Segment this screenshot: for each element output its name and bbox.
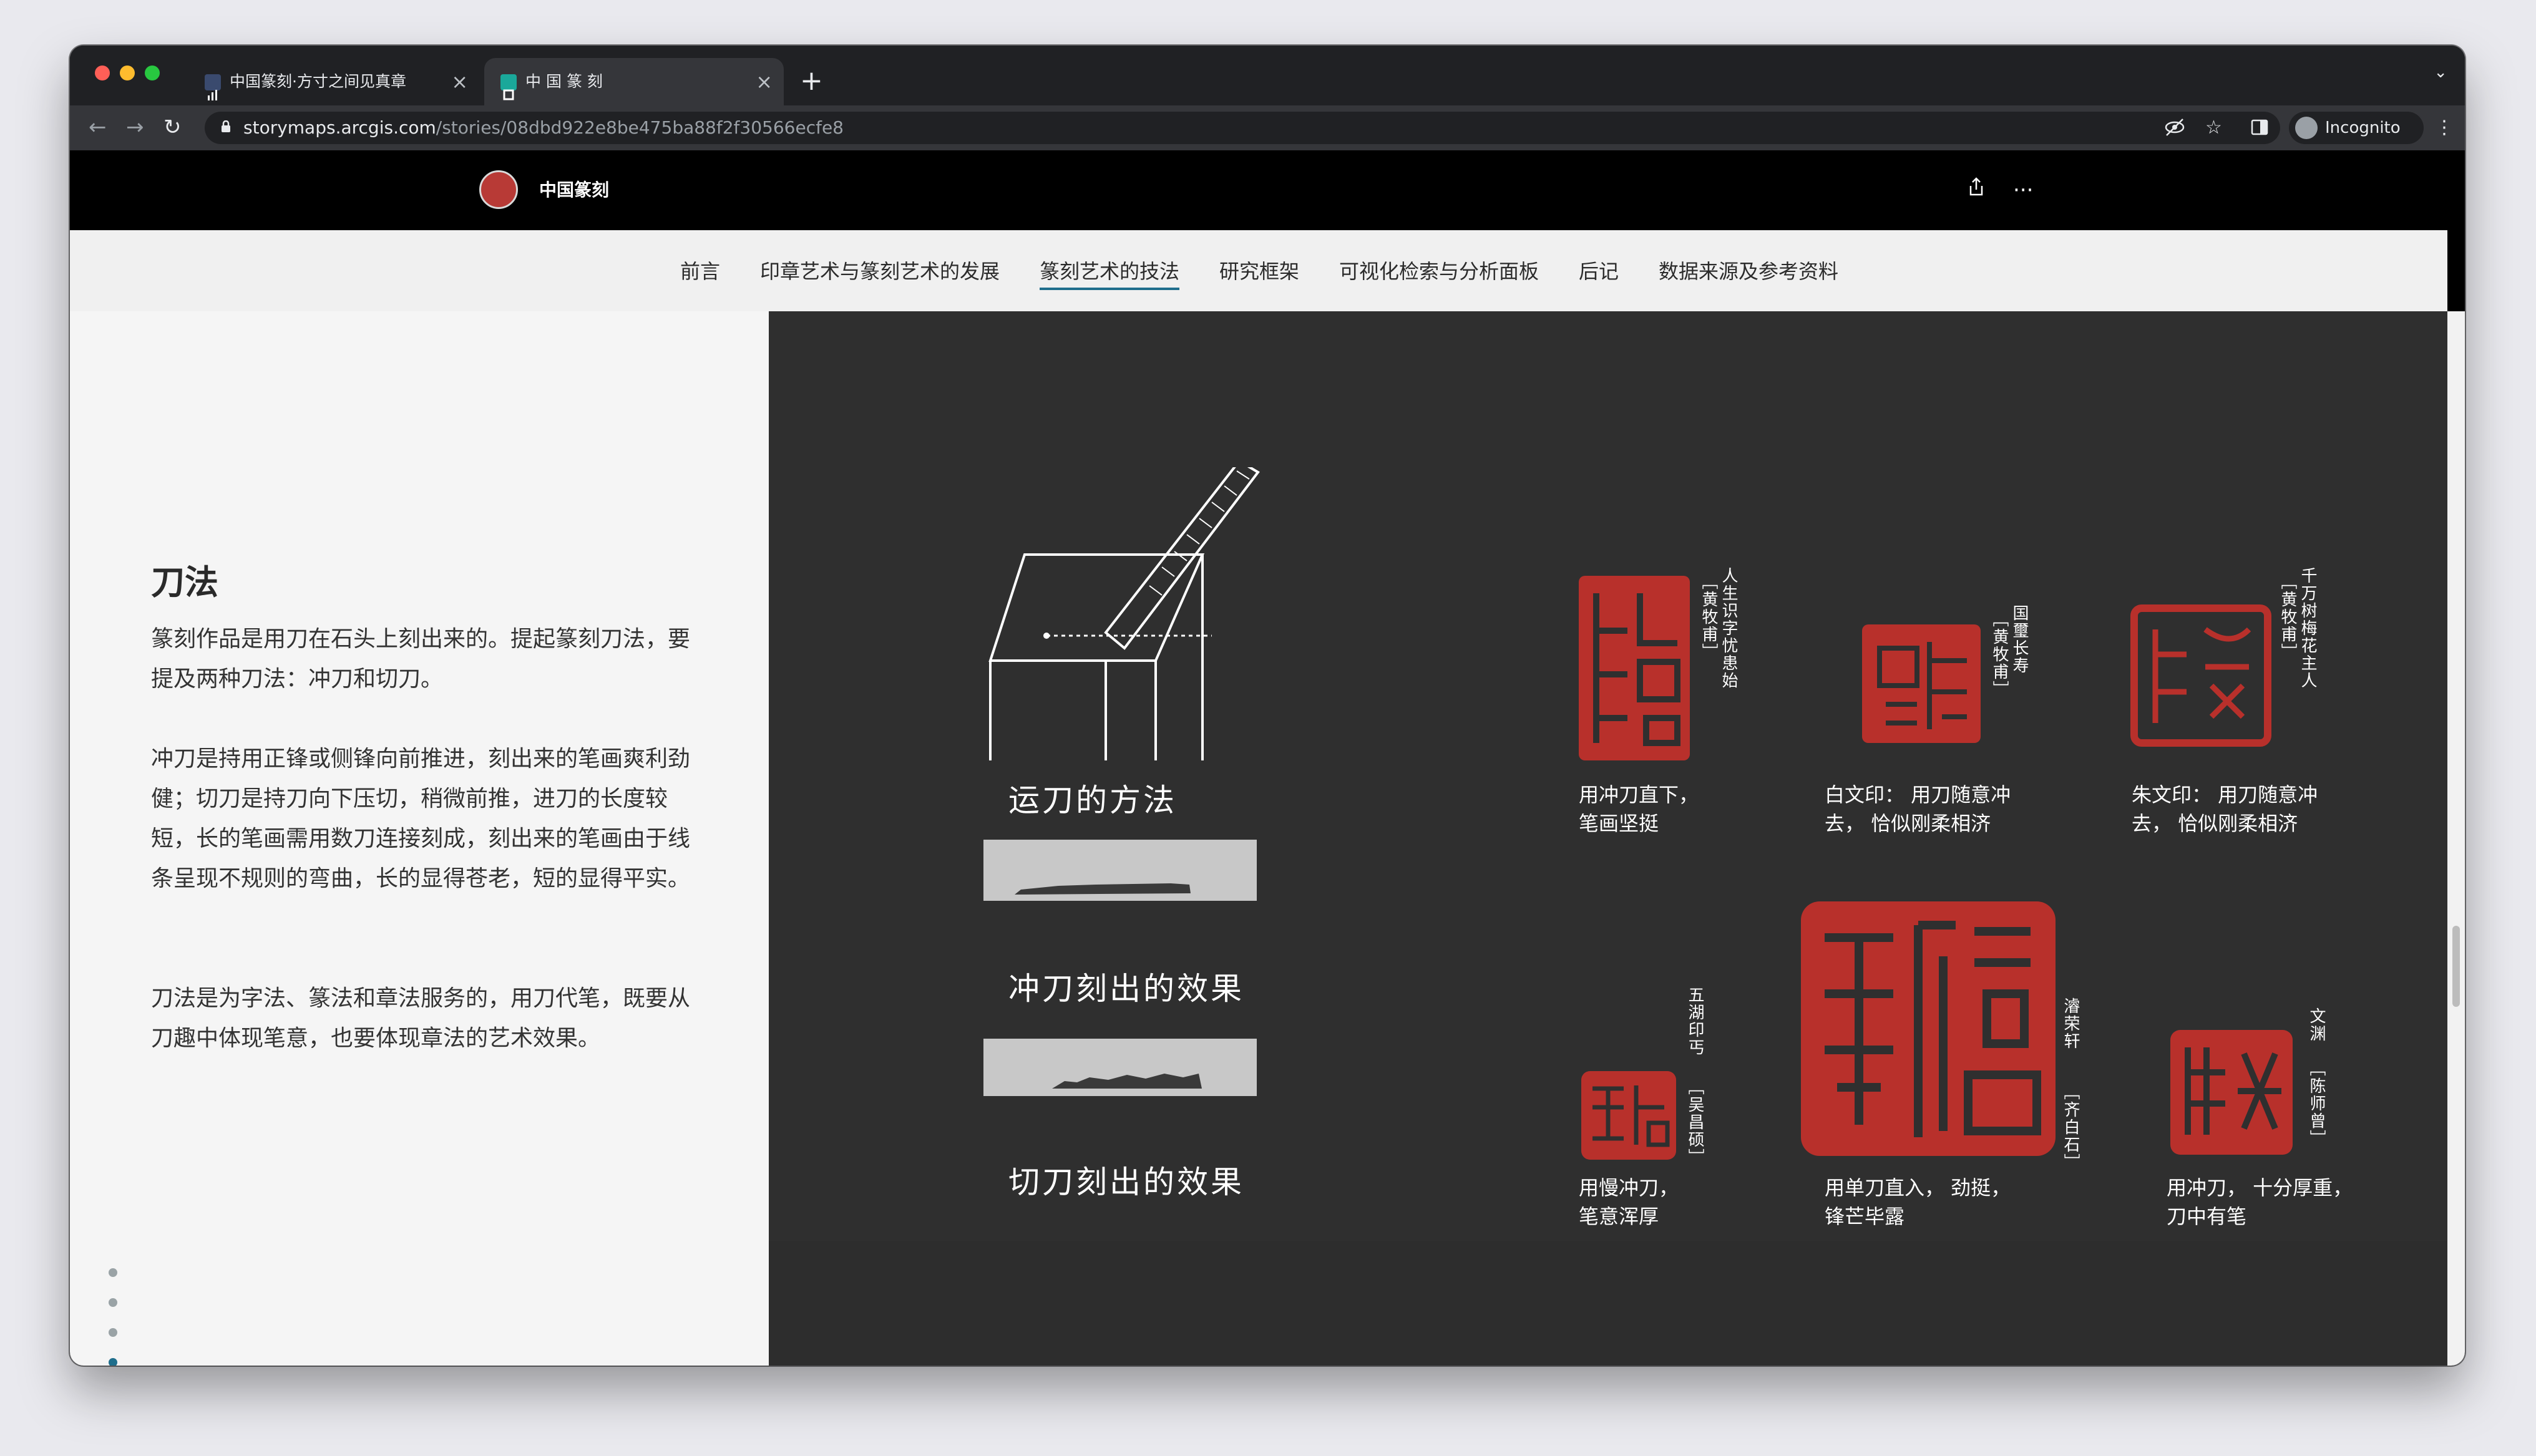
- seal-4-caption-1: 用慢冲刀，: [1579, 1176, 1679, 1200]
- side-panel-icon[interactable]: [2250, 118, 2269, 141]
- seal-4-inscription: 五湖印丐: [1685, 986, 1704, 1056]
- minimize-window-button[interactable]: [120, 66, 135, 80]
- nav-item-framework[interactable]: 研究框架: [1219, 259, 1299, 284]
- nav-item-preface[interactable]: 前言: [680, 259, 720, 284]
- new-tab-button[interactable]: +: [800, 59, 823, 103]
- illustration-caption-push: 冲刀刻出的效果: [1008, 971, 1244, 1007]
- browser-toolbar: ← → ↻ storymaps.arcgis.com/stories/08dbd…: [70, 105, 2465, 152]
- forward-icon[interactable]: →: [126, 112, 144, 143]
- seal-6-author: ［陈师曾］: [2307, 1060, 2326, 1147]
- paragraph-2: 冲刀是持用正锋或侧锋向前推进，刻出来的笔画爽利劲健；切刀是持刀向下压切，稍微前推…: [151, 746, 691, 891]
- illustration-caption-cut: 切刀刻出的效果: [1008, 1164, 1244, 1200]
- browser-menu-icon[interactable]: ⋮: [2435, 117, 2454, 138]
- paragraph-3: 刀法是为字法、篆法和章法服务的，用刀代笔，既要从刀趣中体现笔意，也要体现章法的艺…: [151, 986, 691, 1051]
- seal-2-caption-2: 去， 恰似刚柔相济: [1825, 812, 1991, 835]
- reload-icon[interactable]: ↻: [163, 112, 182, 143]
- seal-2-inscription: 国璽长寿: [2010, 604, 2029, 674]
- scrollbar-thumb[interactable]: [2452, 926, 2460, 1007]
- section-heading: 刀法: [151, 563, 218, 602]
- media-panel: 运刀的方法 冲刀刻出的效果 切刀刻出的效果 人生识字忧患始 ［黄牧甫］ 用冲刀直…: [769, 311, 2447, 1366]
- storymaps-icon: [500, 74, 517, 100]
- media-bottom-band: [769, 1241, 2447, 1366]
- site-title: 中国篆刻: [539, 180, 610, 200]
- share-icon[interactable]: [1967, 175, 1986, 205]
- incognito-badge[interactable]: Incognito: [2289, 112, 2424, 144]
- seal-2-author: ［黄牧甫］: [1990, 611, 2009, 698]
- seal-1-inscription: 人生识字忧患始: [1719, 567, 1738, 689]
- seal-image-2: [1862, 624, 1981, 743]
- nav-item-techniques[interactable]: 篆刻艺术的技法: [1040, 259, 1180, 290]
- nav-item-afterword[interactable]: 后记: [1579, 259, 1619, 284]
- seal-image-4: [1581, 1071, 1676, 1160]
- eye-off-icon[interactable]: [2164, 118, 2185, 141]
- progress-dot[interactable]: [109, 1298, 117, 1307]
- tab-1[interactable]: 中国篆刻·方寸之间见真章 ×: [188, 58, 479, 105]
- seal-3-author: ［黄牧甫］: [2278, 573, 2297, 661]
- nav-item-development[interactable]: 印章艺术与篆刻艺术的发展: [760, 259, 1000, 284]
- seal-1-author: ［黄牧甫］: [1699, 573, 1718, 661]
- tab-1-label: 中国篆刻·方寸之间见真章: [230, 72, 406, 90]
- chevron-down-icon[interactable]: ⌄: [2434, 63, 2447, 82]
- close-icon[interactable]: ×: [756, 58, 773, 105]
- seal-6-caption-1: 用冲刀， 十分厚重，: [2167, 1176, 2353, 1200]
- chart-icon: [205, 74, 221, 100]
- seal-image-1: [1579, 576, 1690, 760]
- push-cut-strip: [983, 840, 1257, 901]
- seal-image-3: [2130, 604, 2271, 747]
- nav-item-dashboard[interactable]: 可视化检索与分析面板: [1339, 259, 1539, 284]
- address-bar[interactable]: storymaps.arcgis.com/stories/08dbd922e8b…: [205, 112, 2280, 144]
- paragraph-1: 篆刻作品是用刀在石头上刻出来的。提起篆刻刀法，要提及两种刀法：冲刀和切刀。: [151, 626, 691, 692]
- seal-2-caption-1: 白文印： 用刀随意冲: [1825, 783, 2011, 807]
- narrative-panel: 刀法 篆刻作品是用刀在石头上刻出来的。提起篆刻刀法，要提及两种刀法：冲刀和切刀。…: [70, 311, 769, 1366]
- site-header: 中国篆刻 ···: [70, 150, 2465, 230]
- seal-5-author: ［齐白石］: [2061, 1084, 2080, 1171]
- seal-6-inscription: 文渊: [2307, 1007, 2326, 1042]
- seal-6-caption-2: 刀中有笔: [2167, 1205, 2247, 1228]
- progress-dots: [109, 1268, 117, 1366]
- illustration-caption-method: 运刀的方法: [1008, 782, 1177, 818]
- page-scrollbar[interactable]: [2447, 311, 2465, 1366]
- seal-3-inscription: 千万树梅花主人: [2298, 567, 2317, 689]
- browser-window: 中国篆刻·方寸之间见真章 × 中 国 篆 刻 × + ⌄ ← → ↻ story…: [70, 46, 2465, 1366]
- close-window-button[interactable]: [95, 66, 110, 80]
- tab-2[interactable]: 中 国 篆 刻 ×: [484, 58, 784, 105]
- section-nav: 前言 印章艺术与篆刻艺术的发展 篆刻艺术的技法 研究框架 可视化检索与分析面板 …: [70, 230, 2447, 313]
- seal-3-caption-1: 朱文印： 用刀随意冲: [2132, 783, 2318, 807]
- seal-4-author: ［吴昌硕］: [1685, 1079, 1704, 1166]
- bookmark-star-icon[interactable]: ☆: [2205, 118, 2222, 138]
- close-icon[interactable]: ×: [451, 58, 468, 105]
- progress-dot-active[interactable]: [109, 1358, 117, 1366]
- progress-dot[interactable]: [109, 1268, 117, 1277]
- lock-icon: [222, 120, 230, 132]
- back-icon[interactable]: ←: [89, 112, 107, 143]
- nav-item-references[interactable]: 数据来源及参考资料: [1659, 259, 1838, 284]
- seal-5-inscription: 濬荣轩: [2061, 997, 2080, 1050]
- seal-1-caption-2: 笔画坚挺: [1579, 812, 1659, 835]
- seal-4-caption-2: 笔意浑厚: [1579, 1205, 1659, 1228]
- url-text: storymaps.arcgis.com/stories/08dbd922e8b…: [243, 117, 844, 138]
- seal-3-caption-2: 去， 恰似刚柔相济: [2132, 812, 2298, 835]
- tab-2-label: 中 国 篆 刻: [525, 72, 603, 90]
- incognito-icon: [2295, 117, 2318, 139]
- carving-knife-illustration: [988, 467, 1260, 760]
- progress-dot[interactable]: [109, 1328, 117, 1337]
- maximize-window-button[interactable]: [145, 66, 160, 80]
- seal-image-6: [2170, 1030, 2293, 1155]
- seal-5-caption-1: 用单刀直入， 劲挺，: [1825, 1176, 2011, 1200]
- cut-strip: [983, 1039, 1257, 1096]
- tab-strip: 中国篆刻·方寸之间见真章 × 中 国 篆 刻 × + ⌄: [70, 46, 2465, 105]
- more-options-icon[interactable]: ···: [2013, 175, 2033, 205]
- seal-image-5: [1801, 901, 2056, 1156]
- seal-1-caption-1: 用冲刀直下，: [1579, 783, 1699, 807]
- site-logo[interactable]: [479, 170, 518, 209]
- seal-5-caption-2: 锋芒毕露: [1825, 1205, 1905, 1228]
